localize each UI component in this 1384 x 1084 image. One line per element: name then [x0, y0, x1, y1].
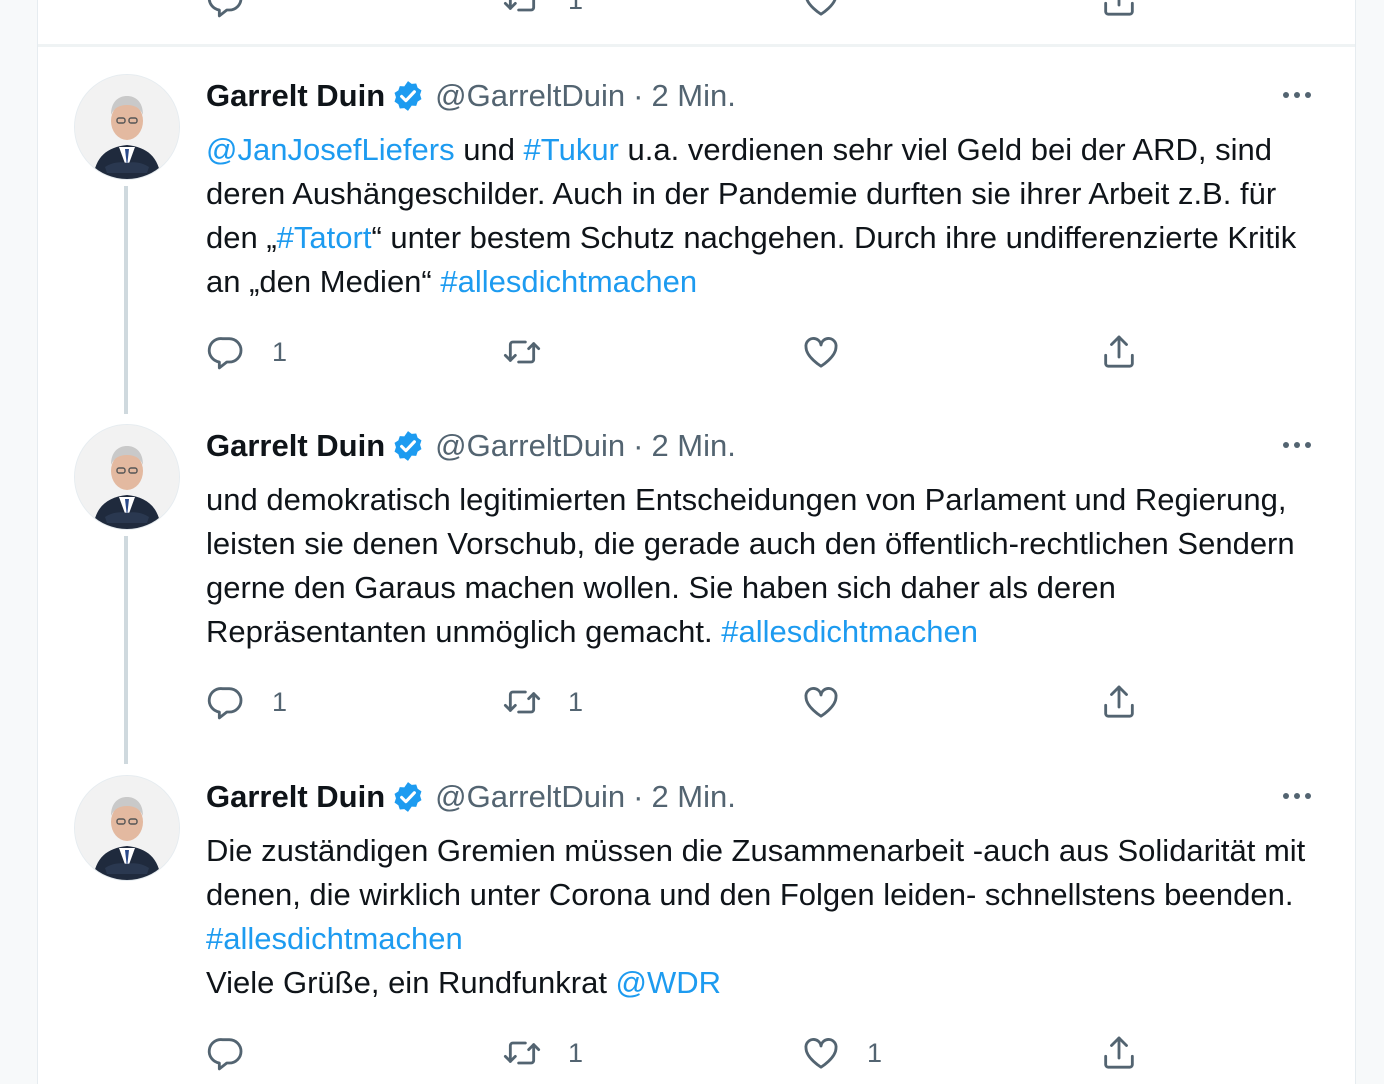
tweet-actions: 1 1: [206, 1033, 1206, 1073]
profile-photo-icon: [75, 425, 179, 529]
retweet-button[interactable]: 1: [502, 1033, 583, 1073]
reply-button[interactable]: [206, 0, 246, 20]
reply-icon: [206, 332, 246, 372]
hashtag-link[interactable]: #Tatort: [277, 220, 372, 255]
like-count: 1: [867, 1037, 883, 1068]
hashtag-link[interactable]: #allesdichtmachen: [206, 921, 463, 956]
tweet-text-segment: Viele Grüße, ein Rundfunkrat: [206, 965, 607, 1000]
reply-icon: [206, 1033, 246, 1073]
timestamp[interactable]: 2 Min.: [651, 779, 735, 815]
tweet-text: @JanJosefLiefers und #Tukur u.a. verdien…: [206, 128, 1316, 304]
tweet-actions: 1 1: [206, 682, 1206, 722]
retweet-count: 1: [568, 686, 584, 717]
tweet-header: Garrelt Duin @GarreltDuin · 2 Min.: [206, 426, 736, 466]
share-icon: [1099, 332, 1139, 372]
reply-button[interactable]: 1: [206, 682, 287, 722]
tweet-actions: 1: [206, 332, 1206, 372]
profile-photo-icon: [75, 776, 179, 880]
tweet-text-segment: und: [454, 132, 524, 167]
retweet-icon: [502, 332, 542, 372]
avatar[interactable]: [74, 74, 180, 180]
heart-icon: [801, 0, 841, 20]
share-button[interactable]: [1099, 332, 1139, 372]
more-options-button[interactable]: [1277, 80, 1317, 110]
separator-dot: ·: [633, 78, 644, 113]
author-handle[interactable]: @GarreltDuin: [435, 78, 625, 114]
author-name[interactable]: Garrelt Duin: [206, 779, 385, 815]
avatar[interactable]: [74, 424, 180, 530]
reply-icon: [206, 0, 246, 20]
retweet-button[interactable]: 1: [502, 0, 583, 20]
divider: [38, 44, 1355, 47]
reply-button[interactable]: [206, 1033, 272, 1073]
reply-count: 1: [272, 686, 288, 717]
reply-icon: [206, 682, 246, 722]
like-button[interactable]: [801, 682, 867, 722]
author-name[interactable]: Garrelt Duin: [206, 428, 385, 464]
separator-dot: ·: [633, 428, 644, 463]
share-button[interactable]: [1099, 1033, 1139, 1073]
separator-dot: ·: [633, 779, 644, 814]
retweet-icon: [502, 682, 542, 722]
author-handle[interactable]: @GarreltDuin: [435, 428, 625, 464]
avatar[interactable]: [74, 775, 180, 881]
verified-badge-icon: [391, 429, 425, 463]
thread-line: [124, 536, 128, 764]
retweet-icon: [502, 1033, 542, 1073]
reply-count: 1: [272, 336, 288, 367]
like-button[interactable]: [801, 0, 841, 20]
retweet-count: 1: [568, 0, 583, 16]
tweet-text-segment: Die zuständigen Gremien müssen die Zusam…: [206, 833, 1314, 912]
share-button[interactable]: [1099, 0, 1139, 20]
verified-badge-icon: [391, 780, 425, 814]
previous-tweet-actions: 1: [38, 0, 1355, 24]
hashtag-link[interactable]: #Tukur: [524, 132, 619, 167]
retweet-button[interactable]: 1: [502, 682, 583, 722]
mention-link[interactable]: @JanJosefLiefers: [206, 132, 455, 167]
more-options-button[interactable]: [1277, 430, 1317, 460]
mention-link[interactable]: @WDR: [616, 965, 722, 1000]
heart-icon: [801, 1033, 841, 1073]
retweet-count: 1: [568, 1037, 584, 1068]
retweet-icon: [502, 0, 542, 20]
author-name[interactable]: Garrelt Duin: [206, 78, 385, 114]
hashtag-link[interactable]: #allesdichtmachen: [440, 264, 697, 299]
like-button[interactable]: 1: [801, 1033, 882, 1073]
tweet-text: und demokratisch legitimierten Entscheid…: [206, 478, 1316, 654]
heart-icon: [801, 332, 841, 372]
tweet-header: Garrelt Duin @GarreltDuin · 2 Min.: [206, 76, 736, 116]
more-options-button[interactable]: [1277, 781, 1317, 811]
retweet-button[interactable]: [502, 332, 568, 372]
verified-badge-icon: [391, 79, 425, 113]
like-button[interactable]: [801, 332, 867, 372]
thread-line: [124, 186, 128, 414]
hashtag-link[interactable]: #allesdichtmachen: [721, 614, 978, 649]
tweet-text: Die zuständigen Gremien müssen die Zusam…: [206, 829, 1316, 1005]
tweet-header: Garrelt Duin @GarreltDuin · 2 Min.: [206, 777, 736, 817]
share-icon: [1099, 682, 1139, 722]
timestamp[interactable]: 2 Min.: [651, 78, 735, 114]
share-icon: [1099, 0, 1139, 20]
reply-button[interactable]: 1: [206, 332, 287, 372]
timeline: 1 Garrelt Duin @GarreltDuin · 2 Min. @Ja…: [37, 0, 1356, 1084]
author-handle[interactable]: @GarreltDuin: [435, 779, 625, 815]
share-button[interactable]: [1099, 682, 1139, 722]
share-icon: [1099, 1033, 1139, 1073]
timestamp[interactable]: 2 Min.: [651, 428, 735, 464]
profile-photo-icon: [75, 75, 179, 179]
heart-icon: [801, 682, 841, 722]
